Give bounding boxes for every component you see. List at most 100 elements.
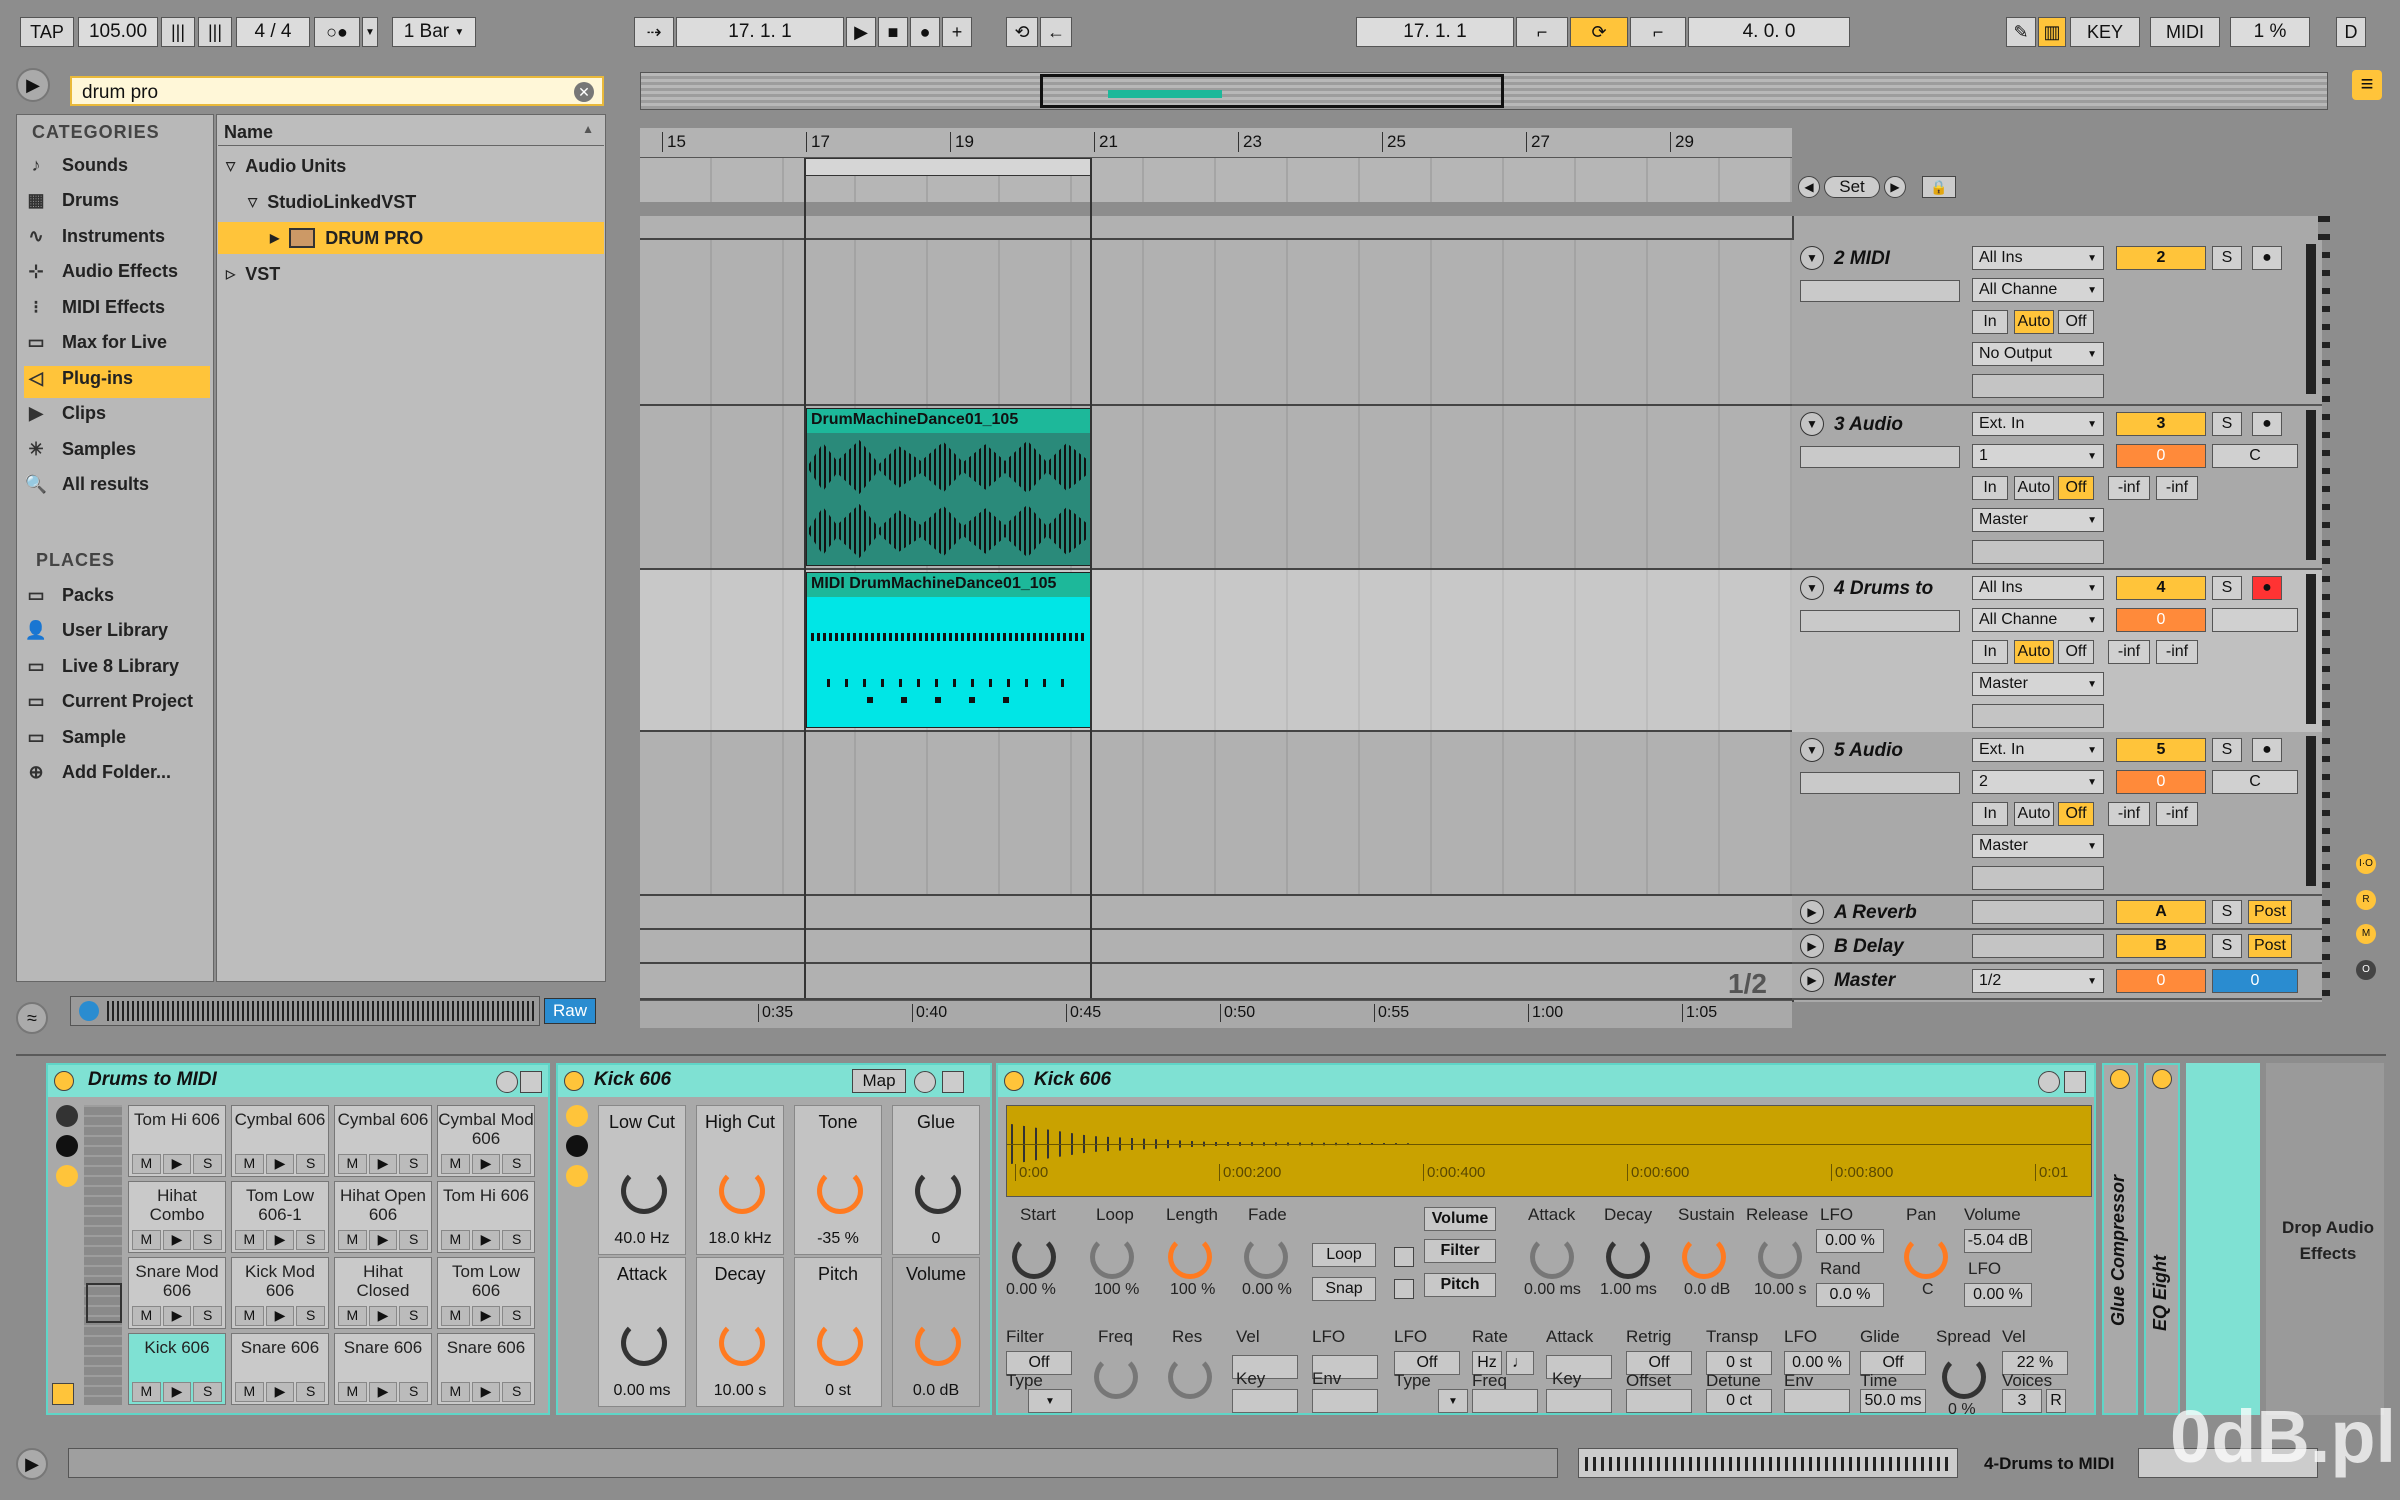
track-activator[interactable]: 4 bbox=[2116, 576, 2206, 600]
solo-button[interactable]: S bbox=[2212, 412, 2242, 436]
mixer-toggle-icon[interactable]: M bbox=[2356, 924, 2376, 944]
output-type[interactable]: Master ▼ bbox=[1972, 672, 2104, 696]
solo-button[interactable]: S bbox=[502, 1154, 532, 1174]
drum-pad[interactable]: Cymbal 606 M ▶ S bbox=[334, 1105, 432, 1177]
key-map-button[interactable]: KEY bbox=[2070, 17, 2140, 47]
io-toggle-icon[interactable]: I·O bbox=[2356, 854, 2376, 874]
fold-icon[interactable]: ▼ bbox=[1800, 576, 1824, 600]
start-knob[interactable] bbox=[1012, 1235, 1056, 1279]
play-button[interactable]: ▶ bbox=[265, 1230, 295, 1250]
drum-pad[interactable]: Tom Hi 606 M ▶ S bbox=[437, 1181, 535, 1253]
drum-pad[interactable]: Cymbal 606 M ▶ S bbox=[231, 1105, 329, 1177]
glue-compressor-device[interactable]: Glue Compressor bbox=[2102, 1063, 2138, 1415]
knob-dial[interactable] bbox=[621, 1168, 667, 1214]
pan-field[interactable]: C bbox=[2212, 770, 2298, 794]
drum-pad[interactable]: Snare 606 M ▶ S bbox=[437, 1333, 535, 1405]
set-forward-button[interactable]: ▶ bbox=[1884, 176, 1906, 198]
category-clips[interactable]: ▶ Clips bbox=[24, 399, 209, 429]
hot-swap-icon[interactable] bbox=[914, 1071, 936, 1093]
play-button[interactable]: ▶ bbox=[265, 1306, 295, 1326]
expand-icon[interactable]: ▶ bbox=[270, 231, 279, 245]
time-ruler[interactable] bbox=[640, 1000, 1792, 1028]
punch-in-button[interactable]: ⌐ bbox=[1516, 17, 1568, 47]
value-lfo[interactable]: 0.00 % bbox=[1816, 1229, 1884, 1253]
release-knob[interactable] bbox=[1758, 1235, 1802, 1279]
solo-button[interactable]: S bbox=[399, 1382, 429, 1402]
arm-button[interactable]: ● bbox=[2252, 738, 2282, 762]
play-button[interactable]: ▶ bbox=[162, 1154, 192, 1174]
track-name[interactable]: 2 MIDI bbox=[1834, 248, 1890, 270]
master-volume[interactable]: 0 bbox=[2116, 969, 2206, 993]
solo-button[interactable]: S bbox=[296, 1306, 326, 1326]
category-max-for-live[interactable]: ▭ Max for Live bbox=[24, 328, 209, 358]
filter-tab[interactable]: Filter bbox=[1424, 1239, 1496, 1263]
automation-arm-button[interactable]: ⟲ bbox=[1006, 17, 1038, 47]
mute-button[interactable]: M bbox=[132, 1306, 161, 1326]
solo-button[interactable]: S bbox=[296, 1154, 326, 1174]
arm-button[interactable]: ● bbox=[2252, 576, 2282, 600]
value-lfo2[interactable]: 0.00 % bbox=[1964, 1283, 2032, 1307]
pitch-env-field[interactable] bbox=[1784, 1389, 1850, 1413]
nudge-down-button[interactable]: ||| bbox=[161, 17, 195, 47]
chain-toggle-icon[interactable] bbox=[566, 1135, 588, 1157]
monitor-in[interactable]: In bbox=[1972, 640, 2008, 664]
pad-overview[interactable] bbox=[84, 1105, 122, 1405]
knob-dial[interactable] bbox=[915, 1320, 961, 1366]
play-button[interactable]: ▶ bbox=[162, 1230, 192, 1250]
solo-button[interactable]: S bbox=[502, 1382, 532, 1402]
monitor-in[interactable]: In bbox=[1972, 476, 2008, 500]
place-sample[interactable]: ▭ Sample bbox=[24, 722, 209, 752]
volume-tab[interactable]: Volume bbox=[1424, 1207, 1496, 1231]
input-type[interactable]: Ext. In ▼ bbox=[1972, 412, 2104, 436]
knob-pitch[interactable]: Pitch 0 st bbox=[794, 1257, 882, 1407]
knob-dial[interactable] bbox=[817, 1168, 863, 1214]
drum-pad[interactable]: Hihat Combo M ▶ S bbox=[128, 1181, 226, 1253]
name-column-header[interactable]: Name ▲ bbox=[218, 116, 604, 146]
lfo-offset-field[interactable] bbox=[1626, 1389, 1692, 1413]
arrangement-position[interactable]: 17. 1. 1 bbox=[676, 17, 844, 47]
monitor-off[interactable]: Off bbox=[2058, 640, 2094, 664]
mute-button[interactable]: M bbox=[338, 1230, 367, 1250]
output-channel[interactable] bbox=[1972, 540, 2104, 564]
value-time[interactable]: 50.0 ms bbox=[1860, 1389, 1926, 1413]
return-activator[interactable]: A bbox=[2116, 900, 2206, 924]
monitor-off[interactable]: Off bbox=[2058, 310, 2094, 334]
knob-high-cut[interactable]: High Cut 18.0 kHz bbox=[696, 1105, 784, 1255]
input-channel[interactable]: All Channe ▼ bbox=[1972, 608, 2104, 632]
device-on-icon[interactable] bbox=[54, 1071, 74, 1091]
pan-knob[interactable] bbox=[1904, 1235, 1948, 1279]
play-button[interactable]: ▶ bbox=[471, 1306, 501, 1326]
track-slot[interactable] bbox=[1800, 772, 1960, 794]
save-preset-icon[interactable] bbox=[520, 1071, 542, 1093]
search-input[interactable]: drum pro ✕ bbox=[70, 76, 604, 106]
drum-pad[interactable]: Snare 606 M ▶ S bbox=[334, 1333, 432, 1405]
monitor-auto[interactable]: Auto bbox=[2014, 476, 2054, 500]
mute-button[interactable]: M bbox=[235, 1306, 264, 1326]
drum-pad[interactable]: Snare 606 M ▶ S bbox=[231, 1333, 329, 1405]
play-button[interactable]: ▶ bbox=[162, 1306, 192, 1326]
expand-icon[interactable]: ▶ bbox=[1800, 900, 1824, 924]
value-volume[interactable]: -5.04 dB bbox=[1964, 1229, 2032, 1253]
decay-knob[interactable] bbox=[1606, 1235, 1650, 1279]
solo-button[interactable]: S bbox=[399, 1306, 429, 1326]
rack-devices-toggle-icon[interactable] bbox=[56, 1165, 78, 1187]
save-preset-icon[interactable] bbox=[942, 1071, 964, 1093]
hot-swap-icon[interactable] bbox=[2038, 1071, 2060, 1093]
play-button[interactable]: ▶ bbox=[368, 1230, 398, 1250]
expand-icon[interactable]: ▶ bbox=[1800, 934, 1824, 958]
computer-midi-keyboard-button[interactable]: ▥ bbox=[2038, 17, 2066, 47]
mute-button[interactable]: M bbox=[441, 1382, 470, 1402]
drum-pad[interactable]: Cymbal Mod 606 M ▶ S bbox=[437, 1105, 535, 1177]
track-lane-master[interactable] bbox=[640, 964, 1792, 1000]
play-button[interactable]: ▶ bbox=[471, 1230, 501, 1250]
play-button[interactable]: ▶ bbox=[368, 1306, 398, 1326]
track-name[interactable]: 3 Audio bbox=[1834, 414, 1903, 436]
place-user-library[interactable]: 👤 User Library bbox=[24, 616, 209, 646]
category-sounds[interactable]: ♪ Sounds bbox=[24, 150, 209, 180]
expand-icon[interactable]: ▷ bbox=[226, 267, 235, 281]
solo-button[interactable]: S bbox=[2212, 900, 2242, 924]
device-on-icon[interactable] bbox=[564, 1071, 584, 1091]
set-locator-button[interactable]: Set bbox=[1824, 176, 1880, 198]
return-slot[interactable] bbox=[1972, 900, 2104, 924]
crossfader-toggle-icon[interactable]: O bbox=[2356, 960, 2376, 980]
